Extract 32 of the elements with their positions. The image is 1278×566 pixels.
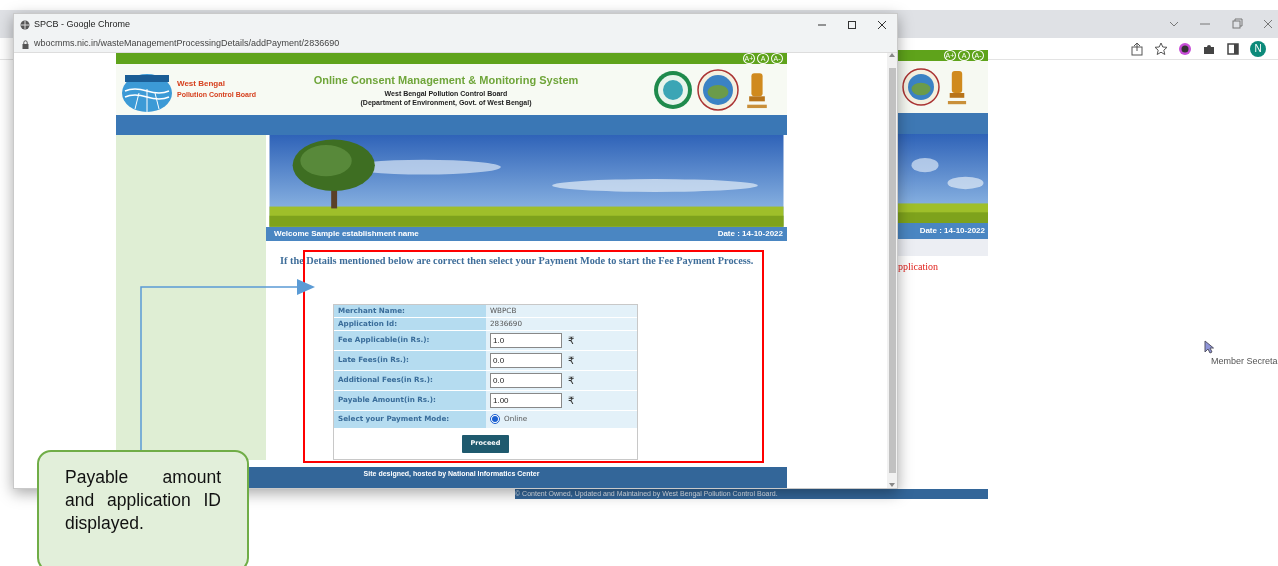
side-panel-icon[interactable] bbox=[1226, 41, 1240, 56]
cursor-icon bbox=[1204, 340, 1214, 354]
share-icon[interactable] bbox=[1130, 41, 1144, 56]
currency-symbol: ₹ bbox=[568, 374, 575, 388]
notice-text: pplication bbox=[898, 260, 939, 274]
star-icon[interactable] bbox=[1154, 41, 1168, 56]
close-icon[interactable] bbox=[877, 20, 887, 30]
profile-avatar[interactable]: N bbox=[1250, 40, 1266, 57]
tooltip-text: Member Secreta bbox=[1211, 355, 1278, 368]
date-text: Date : 14-10-2022 bbox=[717, 227, 783, 240]
instruction-text: If the Details mentioned below are correct then select your Payment Mode to start the Fee Payment Process. bbox=[280, 253, 755, 268]
currency-symbol: ₹ bbox=[568, 334, 575, 348]
amount-field[interactable]: 0.0 bbox=[490, 353, 562, 368]
extension-icon[interactable] bbox=[1178, 41, 1192, 56]
maximize-icon[interactable] bbox=[847, 20, 857, 30]
globe-logo-icon bbox=[697, 68, 739, 111]
date-text: Date : 14-10-2022 bbox=[898, 223, 988, 239]
amount-field[interactable]: 1.0 bbox=[490, 333, 562, 348]
amount-field[interactable]: 1.00 bbox=[490, 393, 562, 408]
globe-logo-icon bbox=[902, 68, 940, 106]
site-title: Online Consent Management & Monitoring System bbox=[312, 73, 580, 89]
lock-icon bbox=[22, 39, 29, 49]
currency-symbol: ₹ bbox=[568, 394, 575, 408]
radio-button[interactable] bbox=[490, 414, 500, 425]
welcome-text: Welcome Sample establishment name bbox=[274, 227, 419, 240]
seal-logo-icon bbox=[653, 69, 693, 110]
currency-symbol: ₹ bbox=[568, 354, 575, 368]
window-title: SPCB - Google Chrome bbox=[34, 18, 132, 32]
globe-icon bbox=[20, 20, 30, 30]
scrollbar-thumb[interactable] bbox=[888, 68, 896, 473]
amount-field[interactable]: 0.0 bbox=[490, 373, 562, 388]
org-name: West Bengal bbox=[177, 78, 226, 91]
